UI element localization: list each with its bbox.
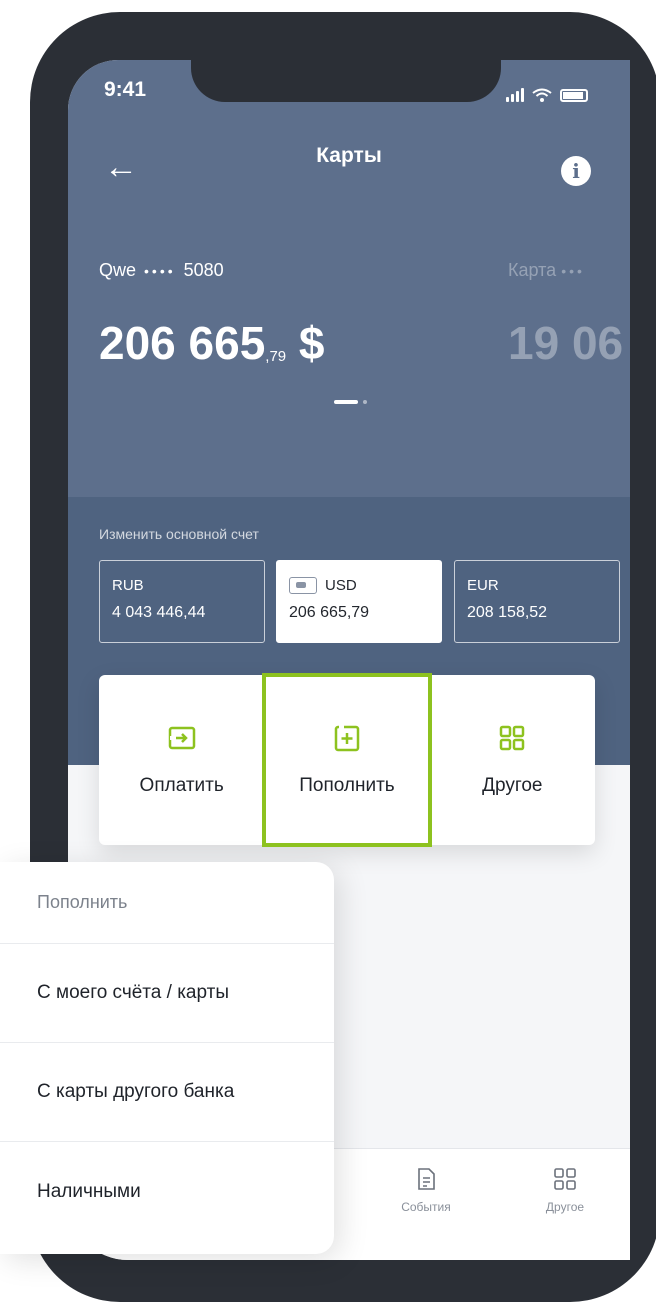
tab-other[interactable]: Другое (520, 1167, 610, 1214)
quick-actions: Оплатить Пополнить Другое (99, 673, 595, 847)
pay-label: Оплатить (139, 775, 224, 796)
battery-icon (560, 89, 588, 102)
grid-icon (554, 1168, 576, 1190)
card-name-label: Qwe (99, 260, 137, 280)
menu-header: Пополнить (0, 862, 334, 944)
top-up-button[interactable]: Пополнить (262, 673, 432, 847)
account-amount: 4 043 446,44 (112, 604, 206, 621)
info-icon[interactable]: i (561, 156, 591, 186)
account-currency: EUR (467, 577, 499, 594)
account-eur[interactable]: EUR 208 158,52 (454, 560, 620, 643)
account-switch-label: Изменить основной счет (99, 526, 259, 542)
next-card-label: Карта (508, 260, 557, 280)
pager-dot-active (334, 400, 358, 404)
card-balance-main: 206 665 (99, 317, 266, 369)
card-mask: •••• (144, 263, 176, 279)
card-balance: 206 665,79 $ (99, 316, 325, 370)
tab-other-label: Другое (545, 1200, 585, 1214)
account-currency: USD (325, 577, 357, 594)
card-icon (289, 577, 317, 594)
card-balance-cents: ,79 (265, 348, 287, 365)
top-up-menu: Пополнить С моего счёта / карты С карты … (0, 862, 334, 1254)
status-icons (506, 82, 606, 102)
card-pager (334, 400, 367, 404)
card-name[interactable]: Qwe •••• 5080 (99, 260, 224, 281)
menu-item-cash[interactable]: Наличными (0, 1142, 334, 1241)
account-amount: 206 665,79 (289, 604, 370, 621)
tab-events-label: События (401, 1200, 451, 1214)
other-button[interactable]: Другое (430, 675, 595, 845)
tab-events[interactable]: События (381, 1167, 471, 1214)
status-time: 9:41 (104, 78, 147, 101)
grid-icon (500, 725, 525, 751)
next-card-balance: 19 06 (508, 317, 624, 369)
wifi-icon (532, 88, 552, 102)
next-card-name[interactable]: Карта ••• (508, 260, 585, 281)
card-last4: 5080 (183, 260, 224, 280)
other-label: Другое (482, 775, 543, 796)
page-title: Карты (316, 144, 382, 167)
document-icon (418, 1168, 435, 1190)
account-usd[interactable]: USD 206 665,79 (276, 560, 442, 643)
top-up-icon (334, 725, 360, 752)
next-card-mask: ••• (561, 263, 585, 279)
pay-icon (168, 726, 195, 750)
account-currency: RUB (112, 577, 144, 594)
menu-item-own-account[interactable]: С моего счёта / карты (0, 944, 334, 1043)
account-rub[interactable]: RUB 4 043 446,44 (99, 560, 265, 643)
device-notch (191, 60, 501, 102)
account-amount: 208 158,52 (467, 604, 548, 621)
pager-dot (363, 400, 367, 404)
top-up-label: Пополнить (299, 775, 395, 796)
signal-icon (506, 88, 524, 102)
menu-item-other-bank-card[interactable]: С карты другого банка (0, 1043, 334, 1142)
card-currency-symbol: $ (298, 317, 325, 369)
pay-button[interactable]: Оплатить (99, 675, 264, 845)
